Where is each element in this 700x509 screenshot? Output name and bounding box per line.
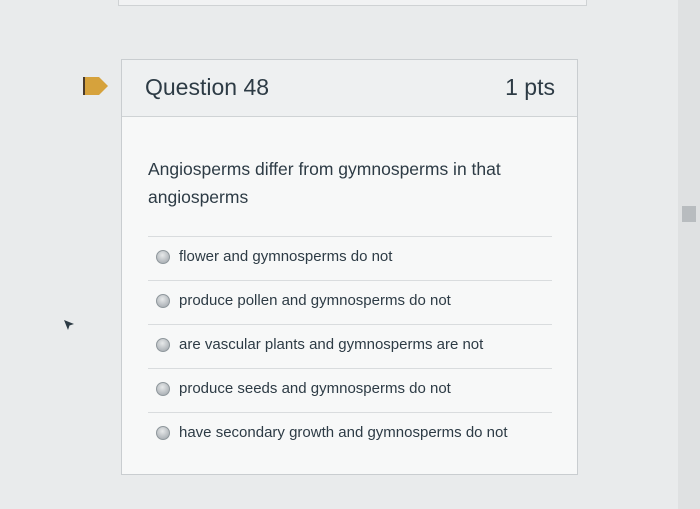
answer-label[interactable]: are vascular plants and gymnosperms are … bbox=[179, 336, 483, 353]
answer-option[interactable]: are vascular plants and gymnosperms are … bbox=[148, 324, 552, 368]
answer-option[interactable]: flower and gymnosperms do not bbox=[148, 236, 552, 280]
answer-label[interactable]: have secondary growth and gymnosperms do… bbox=[179, 424, 508, 441]
cursor-icon bbox=[63, 318, 75, 330]
scrollbar-thumb[interactable] bbox=[682, 206, 696, 222]
question-text: Angiosperms differ from gymnosperms in t… bbox=[148, 159, 501, 207]
answer-label[interactable]: produce seeds and gymnosperms do not bbox=[179, 380, 451, 397]
scrollbar[interactable] bbox=[678, 0, 700, 509]
previous-question-card-edge bbox=[118, 0, 587, 6]
answer-list: flower and gymnosperms do not produce po… bbox=[148, 236, 552, 456]
question-points: 1 pts bbox=[505, 74, 555, 100]
radio-button[interactable] bbox=[156, 426, 170, 440]
answer-label[interactable]: produce pollen and gymnosperms do not bbox=[179, 292, 451, 309]
answer-option[interactable]: produce pollen and gymnosperms do not bbox=[148, 280, 552, 324]
answer-option[interactable]: produce seeds and gymnosperms do not bbox=[148, 368, 552, 412]
question-title: Question 48 bbox=[145, 74, 270, 100]
answer-label[interactable]: flower and gymnosperms do not bbox=[179, 248, 392, 265]
radio-button[interactable] bbox=[156, 382, 170, 396]
radio-button[interactable] bbox=[156, 338, 170, 352]
radio-button[interactable] bbox=[156, 250, 170, 264]
question-header: Question 48 1 pts bbox=[122, 60, 577, 117]
flag-icon[interactable] bbox=[82, 76, 110, 96]
answer-option[interactable]: have secondary growth and gymnosperms do… bbox=[148, 412, 552, 456]
question-card: Question 48 1 pts Angiosperms differ fro… bbox=[121, 59, 578, 475]
radio-button[interactable] bbox=[156, 294, 170, 308]
